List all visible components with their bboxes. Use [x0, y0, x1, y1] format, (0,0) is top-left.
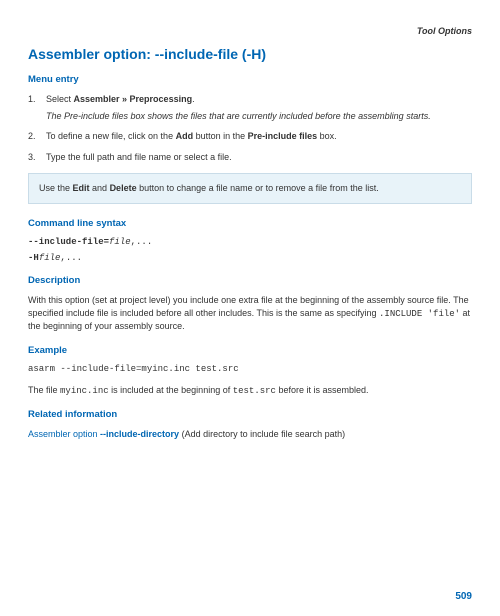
step-1: Select Assembler » Preprocessing. The Pr… [28, 93, 472, 122]
related-link[interactable]: Assembler option --include-directory [28, 429, 182, 439]
ex-mono1: myinc.inc [60, 386, 109, 396]
step-2-suffix: box. [317, 131, 337, 141]
ex-mono2: test.src [233, 386, 276, 396]
related-link-prefix: Assembler option [28, 429, 100, 439]
step-1-suffix: . [192, 94, 195, 104]
cmd-line1-italic: file [109, 237, 131, 247]
page-number: 509 [455, 591, 472, 602]
cmd-line1-bold: --include-file= [28, 237, 109, 247]
step-2: To define a new file, click on the Add b… [28, 130, 472, 143]
cmd-syntax-line-2: -Hfile,... [28, 253, 472, 263]
note-mid: and [90, 183, 110, 193]
cmd-line2-italic: file [39, 253, 61, 263]
note-bold-1: Edit [73, 183, 90, 193]
example-text: The file myinc.inc is included at the be… [28, 384, 472, 398]
ex-post: before it is assembled. [276, 385, 369, 395]
menu-entry-heading: Menu entry [28, 74, 472, 85]
step-1-prefix: Select [46, 94, 74, 104]
cmd-syntax-line-1: --include-file=file,... [28, 237, 472, 247]
cmd-line2-bold: -H [28, 253, 39, 263]
ex-mid: is included at the beginning of [109, 385, 233, 395]
step-3: Type the full path and file name or sele… [28, 151, 472, 164]
cmd-line2-rest: ,... [60, 253, 82, 263]
cmd-syntax-heading: Command line syntax [28, 218, 472, 229]
note-box: Use the Edit and Delete button to change… [28, 173, 472, 204]
example-code: asarm --include-file=myinc.inc test.src [28, 364, 472, 374]
note-bold-2: Delete [110, 183, 137, 193]
cmd-line1-rest: ,... [131, 237, 153, 247]
example-heading: Example [28, 345, 472, 356]
step-1-bold: Assembler » Preprocessing [74, 94, 193, 104]
ex-pre: The file [28, 385, 60, 395]
page-title: Assembler option: --include-file (-H) [28, 46, 472, 62]
note-suffix: button to change a file name or to remov… [137, 183, 379, 193]
related-heading: Related information [28, 409, 472, 420]
description-heading: Description [28, 275, 472, 286]
description-text: With this option (set at project level) … [28, 294, 472, 333]
step-2-mid: button in the [193, 131, 248, 141]
desc-mono: .INCLUDE 'file' [379, 309, 460, 319]
step-2-bold-1: Add [176, 131, 194, 141]
related-link-line: Assembler option --include-directory (Ad… [28, 428, 472, 441]
header-label: Tool Options [28, 26, 472, 36]
step-2-prefix: To define a new file, click on the [46, 131, 176, 141]
step-2-bold-2: Pre-include files [248, 131, 318, 141]
related-link-bold: --include-directory [100, 429, 179, 439]
step-1-subtext: The Pre-include files box shows the file… [46, 110, 472, 123]
note-prefix: Use the [39, 183, 73, 193]
related-link-suffix: (Add directory to include file search pa… [182, 429, 346, 439]
menu-steps-list: Select Assembler » Preprocessing. The Pr… [28, 93, 472, 163]
